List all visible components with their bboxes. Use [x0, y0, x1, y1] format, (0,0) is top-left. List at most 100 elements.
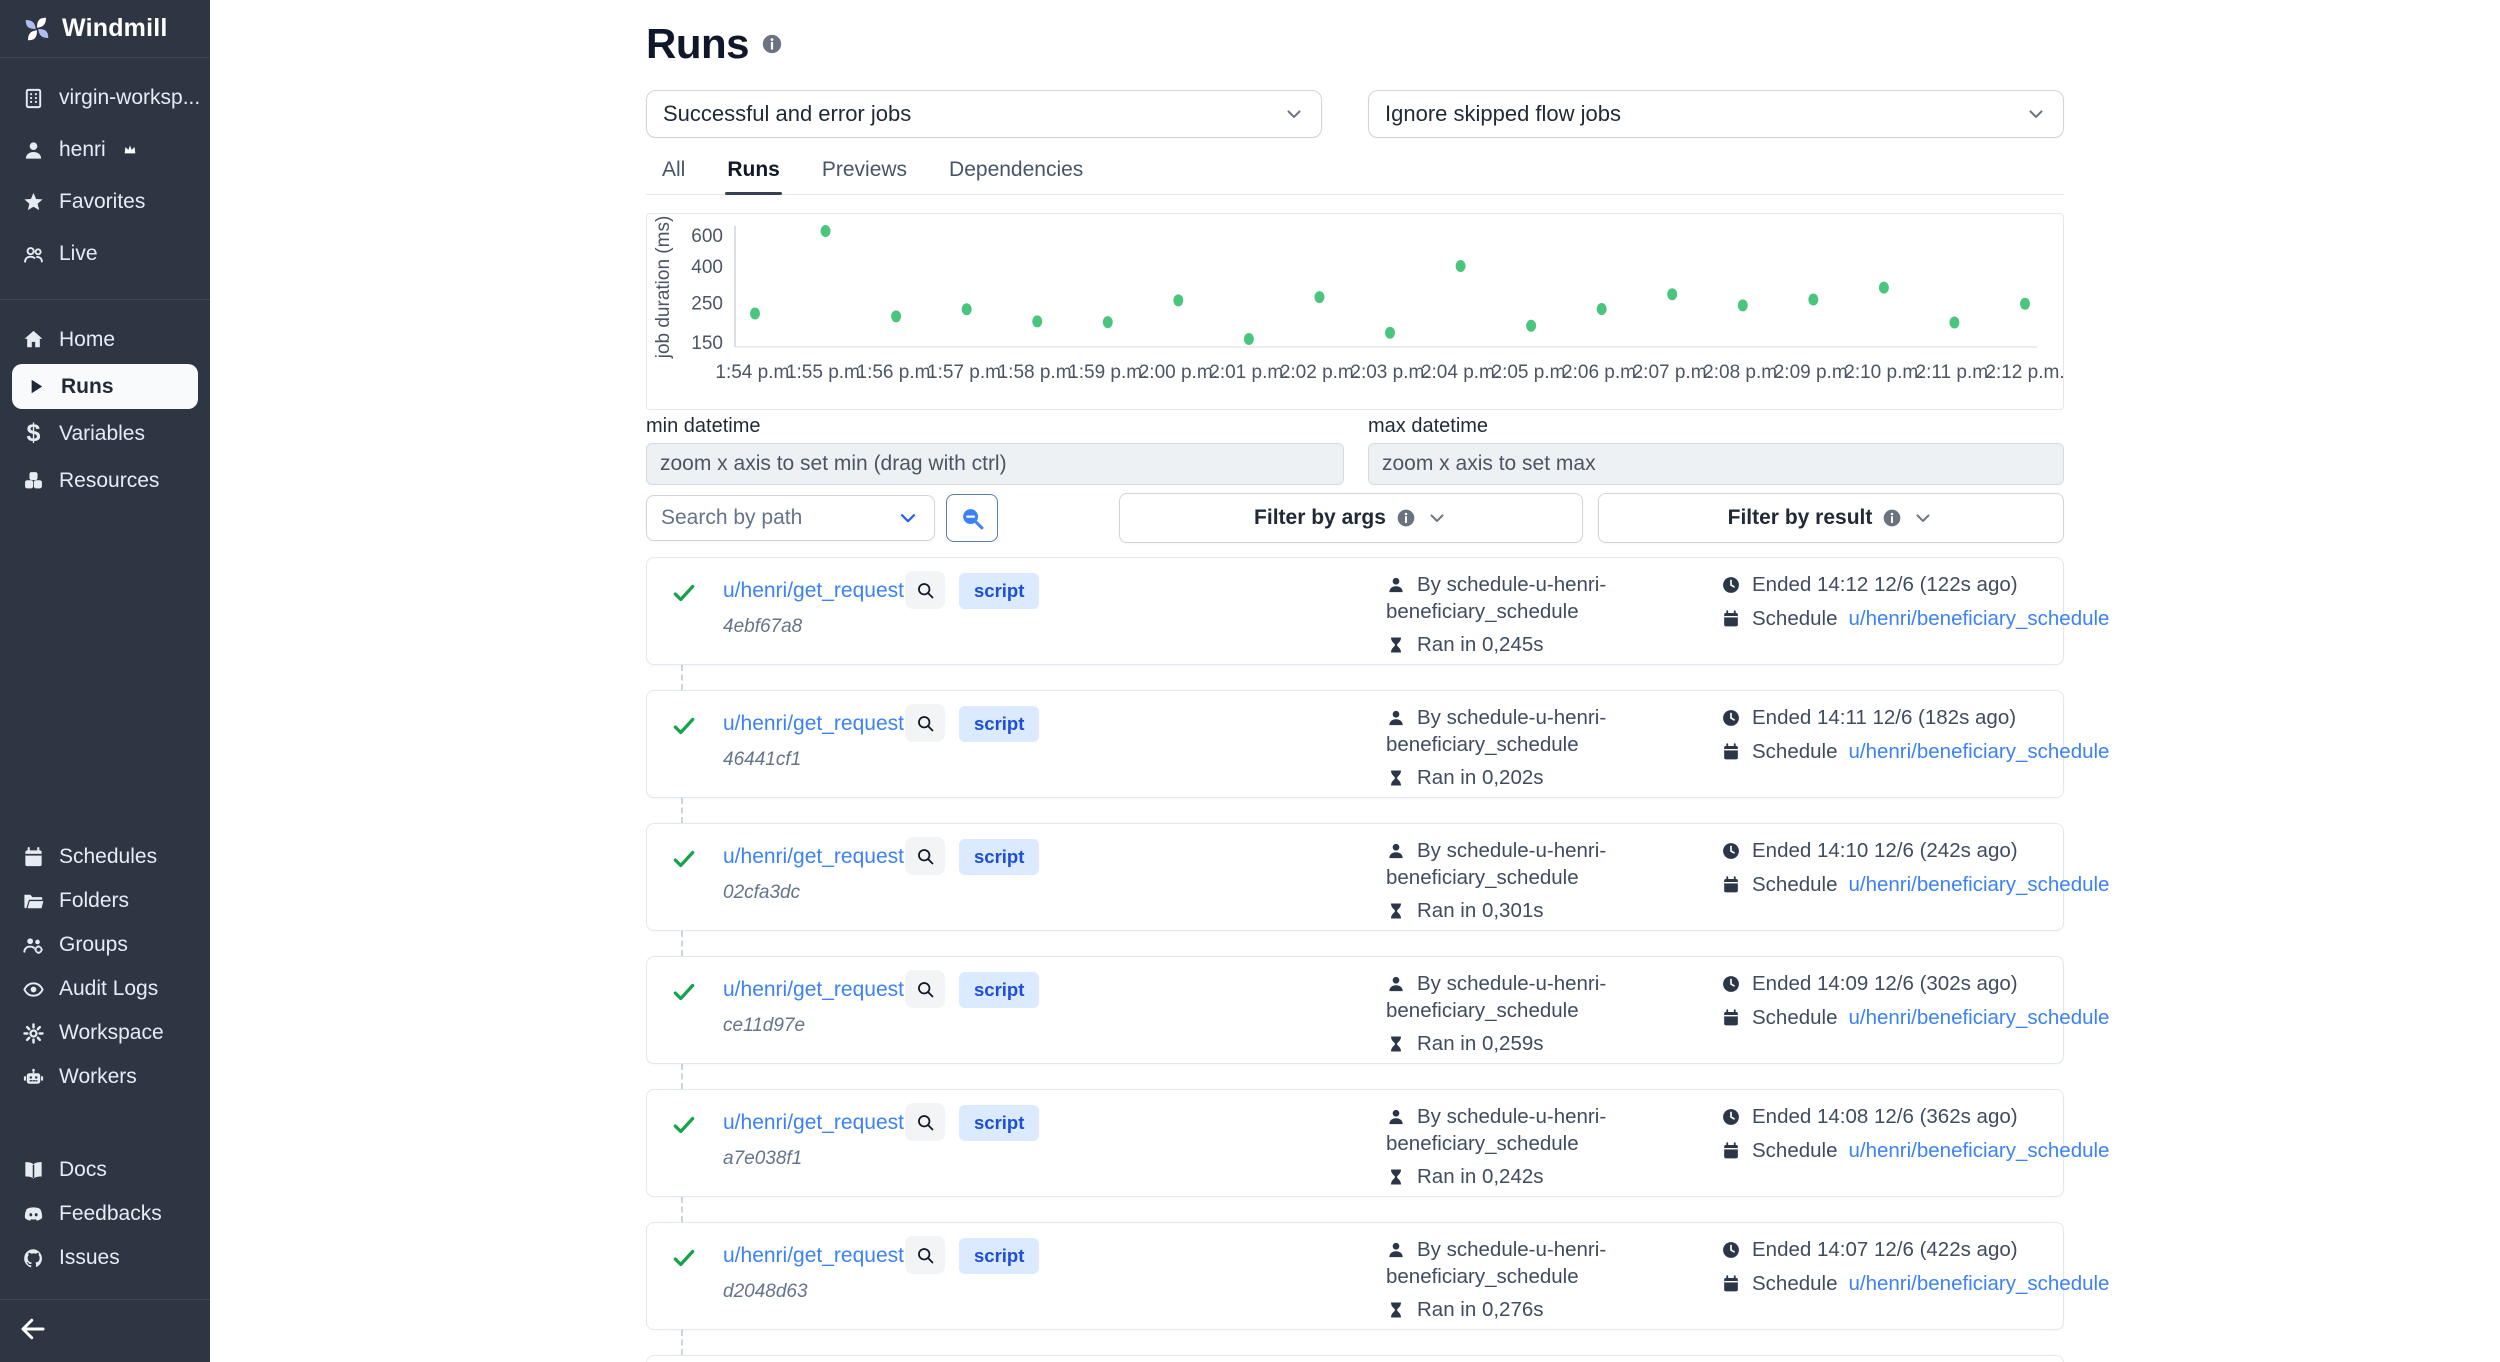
svg-text:250: 250 — [691, 294, 723, 315]
home-icon — [22, 328, 45, 351]
tab-dependencies[interactable]: Dependencies — [947, 152, 1085, 194]
calendar-icon — [1721, 742, 1741, 762]
person-icon — [1386, 841, 1406, 861]
svg-text:2:01 p.m.: 2:01 p.m. — [1209, 362, 1288, 383]
inspect-run-button[interactable] — [905, 837, 945, 875]
sidebar-item-workspace[interactable]: Workspace — [0, 1011, 210, 1055]
run-card[interactable]: u/henri/get_requestscriptBy schedule-u-h… — [646, 1355, 2064, 1362]
inspect-run-button[interactable] — [905, 571, 945, 609]
run-path-link[interactable]: u/henri/get_request — [723, 845, 904, 869]
calendar-icon — [1721, 1008, 1741, 1028]
run-path-link[interactable]: u/henri/get_request — [723, 1244, 904, 1268]
schedule-link[interactable]: u/henri/beneficiary_schedule — [1848, 873, 2109, 897]
run-path-link[interactable]: u/henri/get_request — [723, 712, 904, 736]
sidebar-item-variables[interactable]: $Variables — [0, 410, 210, 457]
chevron-down-icon — [896, 506, 920, 530]
gear-icon — [22, 1022, 45, 1045]
sidebar-item-runs[interactable]: Runs — [12, 364, 198, 409]
inspect-run-button[interactable] — [905, 1236, 945, 1274]
magnifier-icon — [915, 1112, 936, 1133]
person-icon — [1386, 708, 1406, 728]
sidebar-item-favorites[interactable]: Favorites — [0, 176, 210, 228]
sidebar-item-resources[interactable]: Resources — [0, 457, 210, 504]
schedule-link[interactable]: u/henri/beneficiary_schedule — [1848, 607, 2109, 631]
sidebar-item-workers[interactable]: Workers — [0, 1055, 210, 1099]
schedule-link[interactable]: u/henri/beneficiary_schedule — [1848, 1272, 2109, 1296]
sidebar-item-label: henri — [59, 138, 106, 162]
sidebar-item-schedules[interactable]: Schedules — [0, 835, 210, 879]
sidebar-item-home[interactable]: Home — [0, 316, 210, 363]
run-card[interactable]: u/henri/get_requestscriptce11d97eBy sche… — [646, 956, 2064, 1064]
inspect-run-button[interactable] — [905, 704, 945, 742]
run-card[interactable]: u/henri/get_requestscripta7e038f1By sche… — [646, 1089, 2064, 1197]
filter-by-result-label: Filter by result — [1728, 506, 1873, 530]
magnifier-icon — [915, 713, 936, 734]
windmill-logo[interactable]: Windmill — [0, 0, 210, 58]
sidebar-item-workspace-selector[interactable]: virgin-worksp... — [0, 72, 210, 124]
sidebar-item-label: Issues — [59, 1246, 120, 1270]
run-id: 4ebf67a8 — [723, 616, 802, 638]
filter-by-args-button[interactable]: Filter by args — [1119, 493, 1583, 543]
min-datetime-input[interactable] — [646, 443, 1344, 485]
clock-icon — [1721, 575, 1741, 595]
sidebar-item-label: Feedbacks — [59, 1202, 162, 1226]
chevron-down-icon — [1426, 507, 1448, 529]
run-ended: Ended 14:08 12/6 (362s ago) — [1752, 1105, 2018, 1129]
sidebar-item-user-menu[interactable]: henri — [0, 124, 210, 176]
sidebar-item-feedbacks[interactable]: Feedbacks — [0, 1192, 210, 1236]
run-duration: Ran in 0,245s — [1417, 633, 1544, 657]
filter-by-result-button[interactable]: Filter by result — [1598, 493, 2064, 543]
info-icon[interactable] — [761, 33, 783, 55]
run-path-link[interactable]: u/henri/get_request — [723, 579, 904, 603]
clock-icon — [1721, 1107, 1741, 1127]
runs-duration-chart[interactable]: 150250400600job duration (ms)1:54 p.m.1:… — [646, 213, 2064, 410]
run-card[interactable]: u/henri/get_requestscript46441cf1By sche… — [646, 690, 2064, 798]
svg-text:1:57 p.m.: 1:57 p.m. — [927, 362, 1006, 383]
inspect-run-button[interactable] — [905, 1103, 945, 1141]
tab-all[interactable]: All — [660, 152, 687, 194]
info-icon — [1882, 508, 1902, 528]
schedule-link[interactable]: u/henri/beneficiary_schedule — [1848, 740, 2109, 764]
schedule-label: Schedule — [1752, 1139, 1837, 1163]
sidebar-item-audit-logs[interactable]: Audit Logs — [0, 967, 210, 1011]
arrow-left-icon — [18, 1314, 48, 1344]
run-by-label-2: beneficiary_schedule — [1386, 731, 1606, 758]
hourglass-icon — [1386, 1167, 1406, 1187]
success-check-icon — [671, 979, 697, 1005]
inspect-run-button[interactable] — [905, 970, 945, 1008]
tab-previews[interactable]: Previews — [820, 152, 909, 194]
schedule-link[interactable]: u/henri/beneficiary_schedule — [1848, 1139, 2109, 1163]
run-path-link[interactable]: u/henri/get_request — [723, 1111, 904, 1135]
collapse-sidebar-button[interactable] — [18, 1312, 54, 1346]
tab-runs[interactable]: Runs — [725, 152, 782, 194]
job-kind-select-value: Successful and error jobs — [663, 101, 911, 127]
skipped-flows-select[interactable]: Ignore skipped flow jobs — [1368, 90, 2064, 138]
job-kind-select[interactable]: Successful and error jobs — [646, 90, 1322, 138]
sidebar-item-issues[interactable]: Issues — [0, 1236, 210, 1280]
runs-tabs: All Runs Previews Dependencies — [646, 152, 2064, 195]
run-card[interactable]: u/henri/get_requestscript02cfa3dcBy sche… — [646, 823, 2064, 931]
sidebar-item-label: Live — [59, 242, 98, 266]
schedule-label: Schedule — [1752, 740, 1837, 764]
svg-text:600: 600 — [691, 226, 723, 247]
svg-text:150: 150 — [691, 333, 723, 354]
run-by-label-2: beneficiary_schedule — [1386, 598, 1606, 625]
run-card[interactable]: u/henri/get_requestscriptd2048d63By sche… — [646, 1222, 2064, 1330]
hourglass-icon — [1386, 901, 1406, 921]
svg-text:job duration (ms): job duration (ms) — [653, 216, 674, 360]
sidebar-item-live[interactable]: Live — [0, 228, 210, 280]
max-datetime-input[interactable] — [1368, 443, 2064, 485]
run-id: ce11d97e — [723, 1015, 805, 1037]
sidebar-item-folders[interactable]: Folders — [0, 879, 210, 923]
person-icon — [1386, 1107, 1406, 1127]
sidebar-item-groups[interactable]: Groups — [0, 923, 210, 967]
sidebar-item-docs[interactable]: Docs — [0, 1148, 210, 1192]
schedule-link[interactable]: u/henri/beneficiary_schedule — [1848, 1006, 2109, 1030]
run-connector — [681, 798, 683, 823]
run-connector — [681, 665, 683, 690]
hourglass-icon — [1386, 1034, 1406, 1054]
search-button[interactable] — [946, 494, 998, 542]
search-by-path-select[interactable]: Search by path — [646, 495, 935, 541]
run-path-link[interactable]: u/henri/get_request — [723, 978, 904, 1002]
run-card[interactable]: u/henri/get_requestscript4ebf67a8By sche… — [646, 557, 2064, 665]
